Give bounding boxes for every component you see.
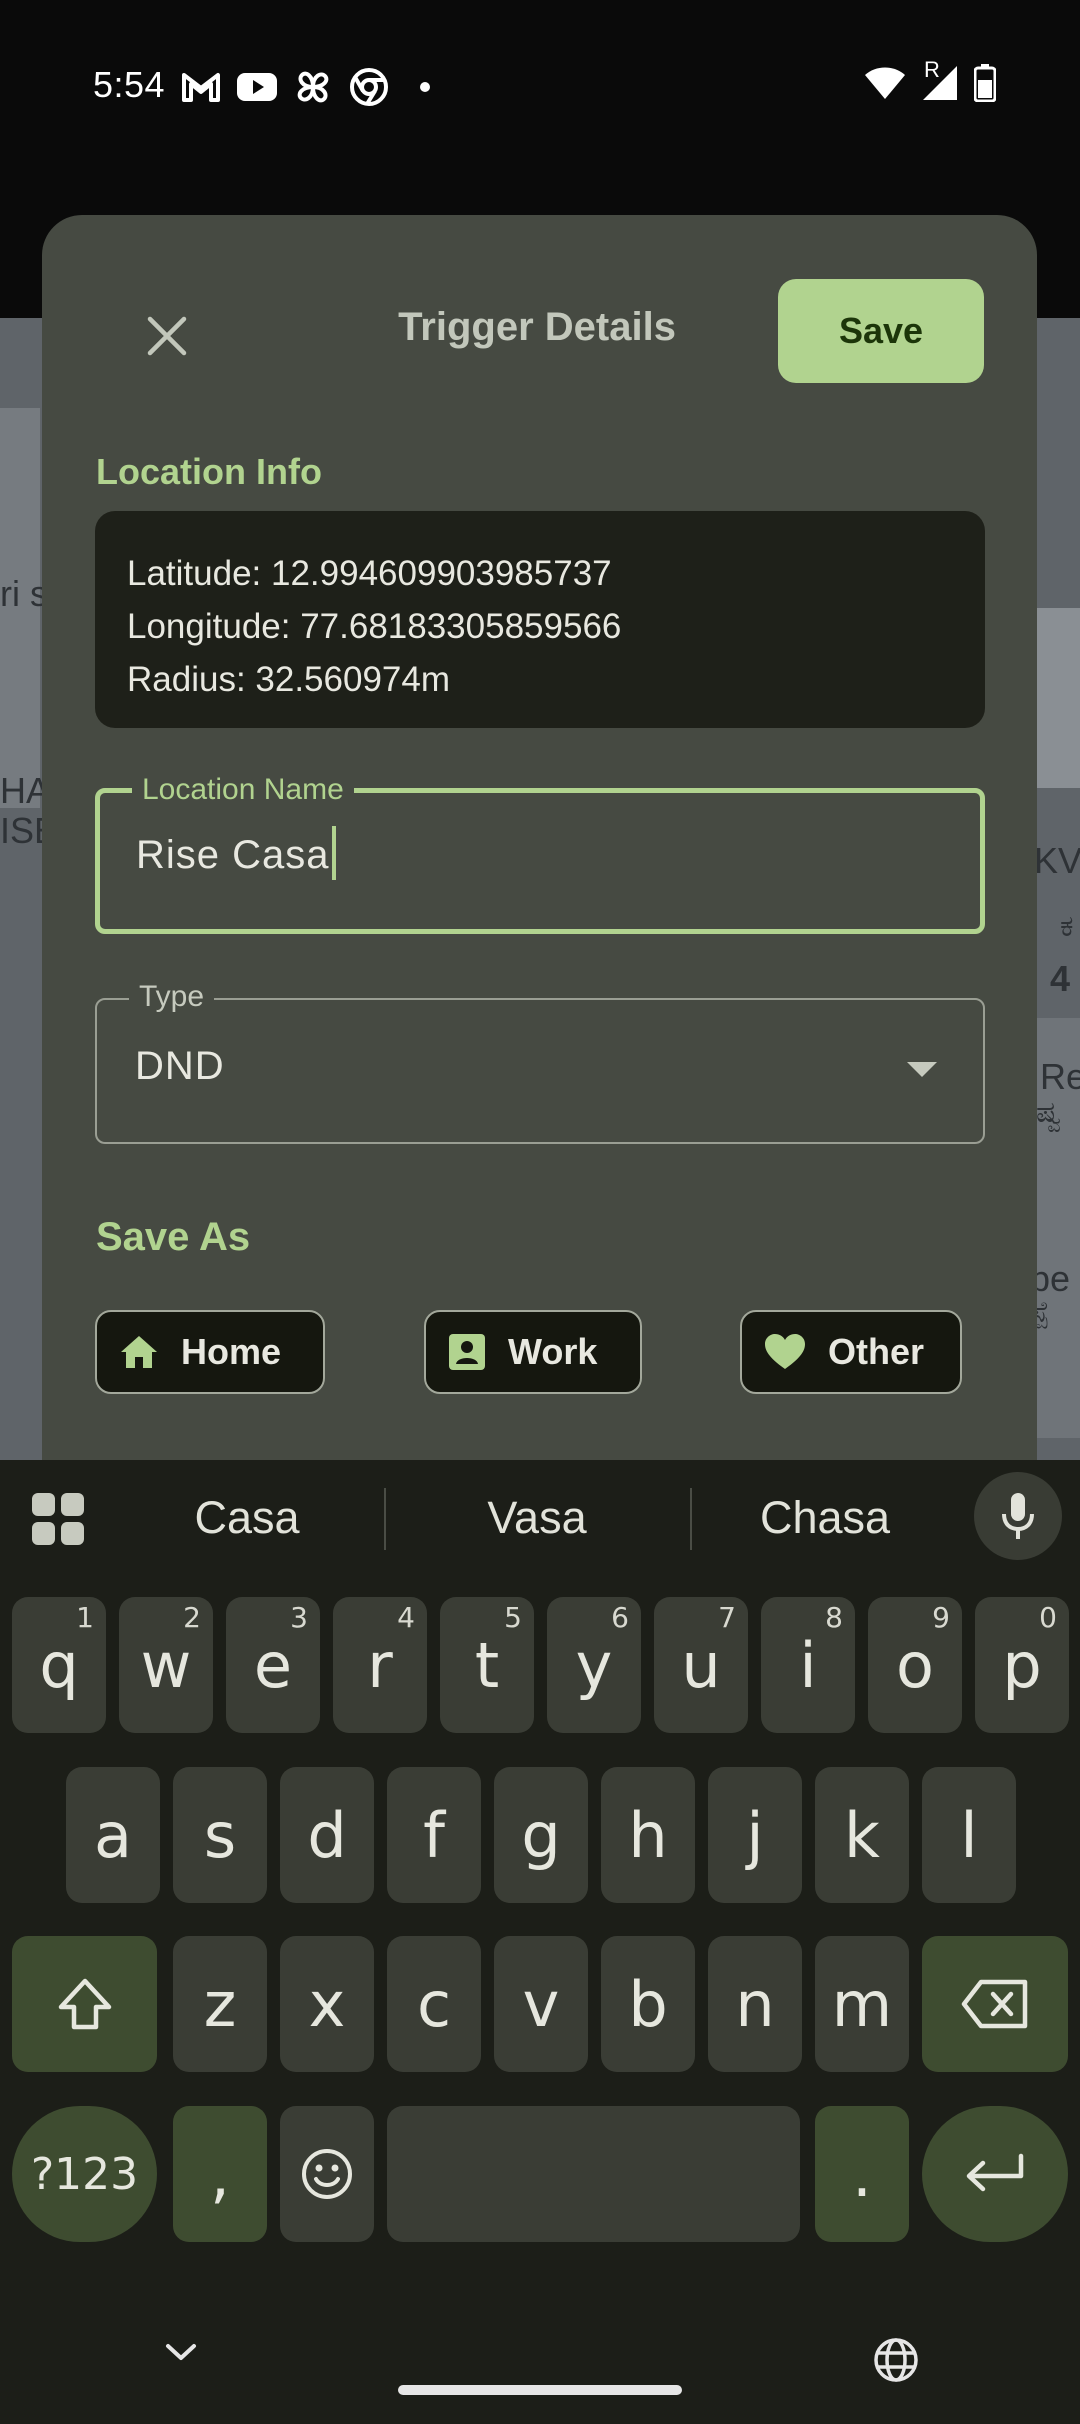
- longitude-text: Longitude: 77.68183305859566: [127, 607, 622, 646]
- chip-label: Other: [828, 1331, 925, 1372]
- map-label: ಕ: [1060, 910, 1074, 943]
- badge-icon: [449, 1334, 485, 1370]
- home-icon: [121, 1336, 157, 1368]
- key-j[interactable]: j: [708, 1767, 802, 1903]
- enter-icon: [966, 2153, 1024, 2192]
- key-p[interactable]: p0: [975, 1597, 1069, 1733]
- chip-work[interactable]: Work: [424, 1310, 642, 1394]
- key-t[interactable]: t5: [440, 1597, 534, 1733]
- key-r[interactable]: r4: [333, 1597, 427, 1733]
- chip-label: Home: [181, 1331, 282, 1372]
- latitude-text: Latitude: 12.994609903985737: [127, 554, 612, 593]
- key-n[interactable]: n: [708, 1936, 802, 2072]
- chrome-icon: [348, 66, 390, 108]
- roaming-badge: R: [924, 57, 940, 82]
- location-name-value: Rise Casa: [136, 826, 336, 881]
- key-s[interactable]: s: [173, 1767, 267, 1903]
- dropdown-arrow-icon: [907, 1062, 937, 1077]
- key-m[interactable]: m: [815, 1936, 909, 2072]
- hide-keyboard-button[interactable]: [164, 2340, 198, 2369]
- chip-home[interactable]: Home: [95, 1310, 325, 1394]
- location-name-field[interactable]: Location Name Rise Casa: [95, 773, 985, 934]
- shift-key[interactable]: [12, 1936, 157, 2072]
- period-key[interactable]: .: [815, 2106, 909, 2242]
- shift-icon: [58, 1978, 111, 2030]
- map-label: ri s: [0, 573, 48, 614]
- system-icons: R: [864, 57, 997, 107]
- location-name-label: Location Name: [132, 773, 354, 807]
- key-c[interactable]: c: [387, 1936, 481, 2072]
- home-gesture-handle[interactable]: [398, 2385, 682, 2395]
- key-q[interactable]: q1: [12, 1597, 106, 1733]
- space-key[interactable]: [387, 2106, 800, 2242]
- mic-button[interactable]: [974, 1472, 1062, 1560]
- type-dropdown[interactable]: Type DND: [95, 980, 985, 1144]
- key-h[interactable]: h: [601, 1767, 695, 1903]
- chip-other[interactable]: Other: [740, 1310, 962, 1394]
- key-a[interactable]: a: [66, 1767, 160, 1903]
- suggestion-item[interactable]: Casa: [117, 1492, 377, 1544]
- save-as-heading: Save As: [96, 1215, 251, 1259]
- chevron-down-icon: [166, 2344, 196, 2360]
- trigger-details-dialog: Trigger Details Save Location Info Latit…: [42, 215, 1037, 1515]
- symbols-key[interactable]: ?123: [12, 2106, 157, 2242]
- key-x[interactable]: x: [280, 1936, 374, 2072]
- apps-grid-icon[interactable]: [32, 1493, 84, 1545]
- heart-icon: [765, 1334, 805, 1369]
- language-button[interactable]: [872, 2336, 920, 2389]
- location-info-box: Latitude: 12.994609903985737 Longitude: …: [95, 511, 985, 728]
- chip-label: Work: [508, 1331, 598, 1372]
- emoji-icon: [302, 2149, 352, 2199]
- key-f[interactable]: f: [387, 1767, 481, 1903]
- suggestion-item[interactable]: Chasa: [695, 1492, 955, 1544]
- dot-icon: [404, 66, 446, 108]
- key-b[interactable]: b: [601, 1936, 695, 2072]
- wifi-icon: [864, 66, 906, 105]
- text-cursor: [331, 826, 336, 881]
- key-u[interactable]: u7: [654, 1597, 748, 1733]
- mic-icon: [1002, 1493, 1034, 1539]
- key-g[interactable]: g: [494, 1767, 588, 1903]
- battery-icon: [973, 64, 997, 107]
- backspace-key[interactable]: [922, 1936, 1068, 2072]
- key-e[interactable]: e3: [226, 1597, 320, 1733]
- signal-icon: R: [922, 57, 958, 106]
- comma-key[interactable]: ,: [173, 2106, 267, 2242]
- suggestion-bar: Casa Vasa Chasa: [0, 1460, 1080, 1580]
- suggestion-divider: [690, 1488, 692, 1550]
- key-i[interactable]: i8: [761, 1597, 855, 1733]
- globe-icon: [874, 2338, 918, 2382]
- map-label: KV: [1034, 840, 1080, 881]
- key-l[interactable]: l: [922, 1767, 1016, 1903]
- status-bar: 5:54 R: [0, 0, 1080, 175]
- key-k[interactable]: k: [815, 1767, 909, 1903]
- key-z[interactable]: z: [173, 1936, 267, 2072]
- suggestion-item[interactable]: Vasa: [407, 1492, 667, 1544]
- radius-text: Radius: 32.560974m: [127, 660, 450, 699]
- key-o[interactable]: o9: [868, 1597, 962, 1733]
- pinwheel-icon: [292, 66, 334, 108]
- save-button[interactable]: Save: [778, 279, 984, 383]
- keyboard: Casa Vasa Chasa q1 w2 e3 r4 t5 y6 u7 i8 …: [0, 1460, 1080, 2424]
- enter-key[interactable]: [922, 2106, 1068, 2242]
- key-v[interactable]: v: [494, 1936, 588, 2072]
- key-w[interactable]: w2: [119, 1597, 213, 1733]
- type-label: Type: [129, 980, 215, 1014]
- location-info-heading: Location Info: [96, 451, 322, 492]
- suggestion-divider: [384, 1488, 386, 1550]
- map-label: ಷ್ವ: [1036, 1096, 1062, 1129]
- youtube-icon: [236, 66, 278, 108]
- backspace-icon: [961, 1979, 1028, 2029]
- key-d[interactable]: d: [280, 1767, 374, 1903]
- notification-icons: [180, 66, 446, 108]
- gmail-icon: [180, 66, 222, 108]
- map-label: 4: [1050, 958, 1071, 999]
- type-value: DND: [135, 1044, 225, 1088]
- emoji-key[interactable]: [280, 2106, 374, 2242]
- key-y[interactable]: y6: [547, 1597, 641, 1733]
- status-time: 5:54: [93, 64, 166, 105]
- map-label: Re: [1040, 1056, 1080, 1097]
